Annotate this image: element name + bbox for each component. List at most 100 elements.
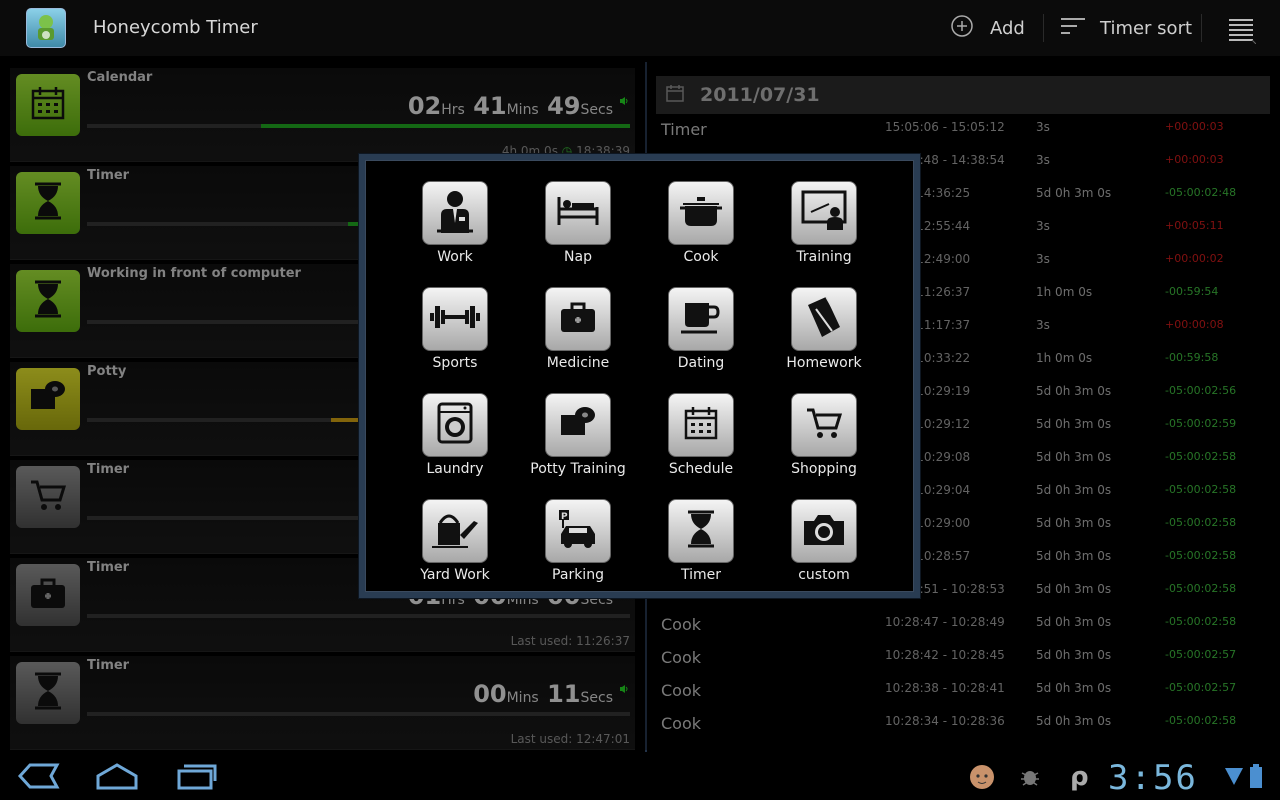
history-time-range: 15:05:06 - 15:05:12: [885, 120, 1005, 134]
category-icon-button[interactable]: [668, 287, 734, 351]
category-option-training[interactable]: Training: [769, 167, 879, 267]
notebook-icon: [804, 295, 844, 343]
history-timer-name: Cook: [661, 648, 702, 667]
timer-tile-button[interactable]: [16, 466, 80, 528]
category-label: Cook: [683, 249, 719, 265]
category-option-schedule[interactable]: Schedule: [646, 379, 756, 479]
timer-tile-button[interactable]: [16, 172, 80, 234]
category-label: Sports: [432, 355, 478, 371]
timer-tile-button[interactable]: [16, 662, 80, 724]
category-icon-button[interactable]: [791, 181, 857, 245]
home-icon[interactable]: [94, 762, 140, 794]
category-option-homework[interactable]: Homework: [769, 273, 879, 373]
history-row[interactable]: Timer 15:05:06 - 15:05:12 3s +00:00:03: [656, 114, 1270, 147]
category-option-sports[interactable]: Sports: [400, 273, 510, 373]
battery-icon: [1250, 764, 1262, 792]
worker-icon: [435, 189, 475, 237]
history-timer-name: Cook: [661, 681, 702, 700]
category-icon-button[interactable]: [791, 287, 857, 351]
history-difference: +00:00:02: [1165, 252, 1224, 265]
category-option-work[interactable]: Work: [400, 167, 510, 267]
category-icon-button[interactable]: [668, 393, 734, 457]
medkit-icon: [559, 300, 597, 338]
history-row[interactable]: Cook 10:28:34 - 10:28:36 5d 0h 3m 0s -05:00…: [656, 708, 1270, 741]
category-icon-button[interactable]: [791, 393, 857, 457]
history-difference: -05:00:02:57: [1165, 681, 1237, 694]
history-difference: +00:05:11: [1165, 219, 1224, 232]
history-time-range: 10:28:34 - 10:28:36: [885, 714, 1005, 728]
timer-subtext: Last used: 11:26:37: [511, 634, 630, 648]
timer-row[interactable]: Timer 00Mins 11Secs Last used: 12:47:01: [10, 656, 635, 750]
category-label: Yard Work: [420, 567, 490, 583]
history-duration: 3s: [1036, 318, 1050, 332]
timer-seconds: 49: [547, 92, 581, 120]
category-icon-button[interactable]: [422, 393, 488, 457]
history-row[interactable]: Cook 10:28:38 - 10:28:41 5d 0h 3m 0s -05:00…: [656, 675, 1270, 708]
debug-bug-icon[interactable]: [1018, 764, 1042, 792]
category-icon-button[interactable]: [668, 499, 734, 563]
overflow-menu-icon[interactable]: [1226, 16, 1257, 48]
hourglass-icon: [32, 280, 64, 322]
timer-progress-bar: [87, 614, 630, 618]
add-button[interactable]: Add: [950, 0, 1025, 56]
category-option-cook[interactable]: Cook: [646, 167, 756, 267]
dumbbell-icon: [429, 302, 481, 336]
category-icon-button[interactable]: [422, 181, 488, 245]
category-option-yard-work[interactable]: Yard Work: [400, 485, 510, 585]
minutes-unit: Mins: [506, 102, 539, 118]
category-icon-button[interactable]: [422, 499, 488, 563]
history-time-range: 10:28:38 - 10:28:41: [885, 681, 1005, 695]
app-logo-icon[interactable]: [26, 8, 66, 48]
category-option-medicine[interactable]: Medicine: [523, 273, 633, 373]
category-label: Laundry: [426, 461, 484, 477]
category-label: Dating: [677, 355, 725, 371]
p-notification-icon[interactable]: ρ: [1070, 762, 1089, 792]
category-icon-button[interactable]: [545, 393, 611, 457]
category-option-timer[interactable]: Timer: [646, 485, 756, 585]
history-duration: 1h 0m 0s: [1036, 285, 1093, 299]
category-label: Nap: [564, 249, 592, 265]
category-icon-button[interactable]: [545, 181, 611, 245]
category-option-shopping[interactable]: Shopping: [769, 379, 879, 479]
camera-icon: [802, 511, 846, 551]
add-icon: [950, 14, 974, 43]
sound-icon: [619, 96, 629, 109]
recent-apps-icon[interactable]: [176, 762, 218, 794]
category-option-custom[interactable]: custom: [769, 485, 879, 585]
timer-tile-button[interactable]: [16, 270, 80, 332]
history-difference: -05:00:02:48: [1165, 186, 1237, 199]
history-row[interactable]: Cook 10:28:47 - 10:28:49 5d 0h 3m 0s -05:00…: [656, 609, 1270, 642]
category-label: Parking: [552, 567, 604, 583]
timer-tile-button[interactable]: [16, 564, 80, 626]
history-time-range: 10:28:47 - 10:28:49: [885, 615, 1005, 629]
category-grid: Work Nap Cook Training Sports Medicine Dating H…: [365, 160, 914, 592]
timer-sort-button[interactable]: Timer sort: [1060, 0, 1192, 56]
category-icon-button[interactable]: [545, 287, 611, 351]
history-duration: 5d 0h 3m 0s: [1036, 516, 1112, 530]
timer-seconds: 11: [547, 680, 581, 708]
category-option-dating[interactable]: Dating: [646, 273, 756, 373]
history-difference: -05:00:02:58: [1165, 516, 1237, 529]
category-label: custom: [798, 567, 850, 583]
category-option-nap[interactable]: Nap: [523, 167, 633, 267]
category-icon-button[interactable]: [422, 287, 488, 351]
back-icon[interactable]: [16, 762, 60, 794]
cart-icon: [805, 406, 843, 444]
category-icon-button[interactable]: [791, 499, 857, 563]
category-label: Timer: [680, 567, 722, 583]
history-row[interactable]: Cook 10:28:42 - 10:28:45 5d 0h 3m 0s -05:00…: [656, 642, 1270, 675]
category-option-potty-training[interactable]: Potty Training: [523, 379, 633, 479]
baby-notification-icon[interactable]: [966, 760, 998, 796]
category-option-laundry[interactable]: Laundry: [400, 379, 510, 479]
history-date: 2011/07/31: [700, 84, 820, 106]
timer-tile-button[interactable]: [16, 368, 80, 430]
timer-name: Potty: [87, 364, 127, 379]
timer-row[interactable]: Calendar 02Hrs 41Mins 49Secs 4h 0m 0s ◷ 18…: [10, 68, 635, 162]
history-difference: -05:00:02:56: [1165, 384, 1237, 397]
history-difference: -05:00:02:58: [1165, 549, 1237, 562]
bed-icon: [556, 195, 600, 231]
category-icon-button[interactable]: [668, 181, 734, 245]
category-icon-button[interactable]: P: [545, 499, 611, 563]
timer-tile-button[interactable]: [16, 74, 80, 136]
category-option-parking[interactable]: P Parking: [523, 485, 633, 585]
